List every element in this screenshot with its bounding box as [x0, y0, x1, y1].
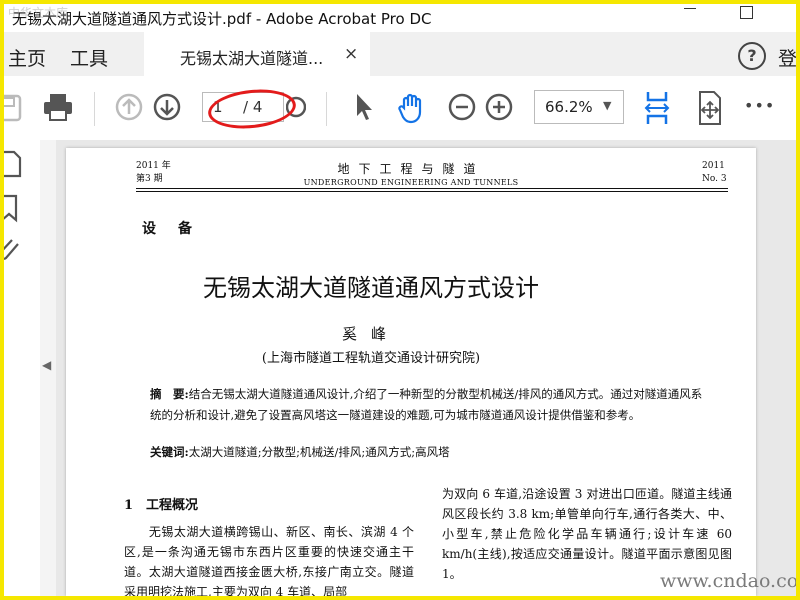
body-column-left: 无锡太湖大道横跨锡山、新区、南长、滨湖 4 个区,是一条沟通无锡市东西片区重要的…	[124, 525, 414, 599]
minimize-icon[interactable]	[684, 8, 696, 11]
keywords-label: 关键词:	[150, 445, 189, 459]
pdf-page: 2011 年 第3 期 地下工程与隧道 UNDERGROUND ENGINEER…	[66, 148, 756, 596]
attachment-icon[interactable]	[4, 238, 26, 268]
author-affiliation: (上海市隧道工程轨道交通设计研究院)	[261, 351, 481, 366]
hand-tool-icon[interactable]	[396, 92, 428, 124]
bookmark-icon[interactable]	[4, 194, 26, 224]
select-cursor-icon[interactable]	[352, 92, 376, 122]
fit-page-width-icon[interactable]	[642, 90, 672, 126]
abstract-text: 结合无锡太湖大道隧道通风设计,介绍了一种新型的分散型机械送/排风的通风方式。通过…	[150, 387, 703, 422]
title-bar: 无锡太湖大道隧道通风方式设计.pdf - Adobe Acrobat Pro D…	[4, 4, 796, 32]
maximize-icon[interactable]	[740, 6, 753, 19]
window-title: 无锡太湖大道隧道通风方式设计.pdf - Adobe Acrobat Pro D…	[12, 10, 432, 28]
toolbar-separator	[94, 92, 95, 126]
section-tag: 设备	[142, 221, 214, 237]
abstract: 摘 要:结合无锡太湖大道隧道通风设计,介绍了一种新型的分散型机械送/排风的通风方…	[150, 384, 710, 426]
print-icon[interactable]	[42, 92, 74, 122]
window-frame: 无锡太湖大道隧道通风方式设计.pdf - Adobe Acrobat Pro D…	[0, 0, 800, 600]
left-panel-toggle[interactable]: ◀	[40, 140, 56, 596]
toolbar: 1 / 4 66.2% ▼ •••	[4, 76, 796, 141]
help-icon[interactable]: ?	[738, 42, 766, 70]
keywords: 关键词:太湖大道隧道;分散型;机械送/排风;通风方式;高风塔	[150, 444, 710, 460]
tab-document[interactable]: 无锡太湖大道隧道... ×	[144, 32, 370, 78]
page-thumbnails-icon[interactable]	[4, 150, 26, 180]
toolbar-separator	[326, 92, 327, 126]
site-watermark: www.cndao.com	[660, 570, 799, 592]
chevron-down-icon: ▼	[603, 99, 612, 112]
full-screen-icon[interactable]	[694, 90, 724, 126]
previous-page-icon[interactable]	[114, 92, 144, 122]
journal-name-cn: 地下工程与隧道	[337, 162, 485, 176]
save-icon[interactable]	[4, 94, 24, 122]
close-tab-icon[interactable]: ×	[344, 44, 358, 64]
article-author: 奚峰	[341, 325, 400, 343]
tab-bar: 主页 工具 无锡太湖大道隧道... × ? 登	[4, 32, 796, 78]
header-rule-thin	[136, 191, 728, 192]
zoom-out-icon[interactable]	[447, 92, 477, 122]
header-rule	[136, 188, 728, 189]
next-page-icon[interactable]	[152, 92, 182, 122]
zoom-level-dropdown[interactable]: 66.2% ▼	[534, 90, 624, 124]
sign-in-button[interactable]: 登	[778, 44, 796, 71]
zoom-in-icon[interactable]	[484, 92, 514, 122]
section-heading: 1 工程概况	[124, 498, 199, 513]
abstract-label: 摘 要:	[150, 387, 189, 401]
document-tab-label: 无锡太湖大道隧道...	[180, 49, 324, 68]
journal-year-issue-en: 2011 No. 3	[702, 160, 727, 186]
corner-watermark: 中华文本库	[8, 6, 69, 20]
tab-home[interactable]: 主页	[8, 44, 46, 71]
journal-name-en: UNDERGROUND ENGINEERING AND TUNNELS	[303, 178, 519, 187]
left-navigation-rail	[4, 140, 41, 596]
journal-issue: No. 3	[702, 174, 727, 184]
keywords-text: 太湖大道隧道;分散型;机械送/排风;通风方式;高风塔	[188, 445, 450, 459]
zoom-level-value: 66.2%	[545, 98, 593, 116]
article-title: 无锡太湖大道隧道通风方式设计	[203, 274, 539, 302]
more-options-icon[interactable]: •••	[744, 96, 775, 115]
journal-year: 2011	[702, 161, 725, 171]
tab-tools[interactable]: 工具	[70, 44, 108, 71]
chevron-left-icon: ◀	[42, 358, 52, 372]
body-column-right: 为双向 6 车道,沿途设置 3 对进出口匝道。隧道主线通风区段长约 3.8 km…	[442, 487, 732, 581]
